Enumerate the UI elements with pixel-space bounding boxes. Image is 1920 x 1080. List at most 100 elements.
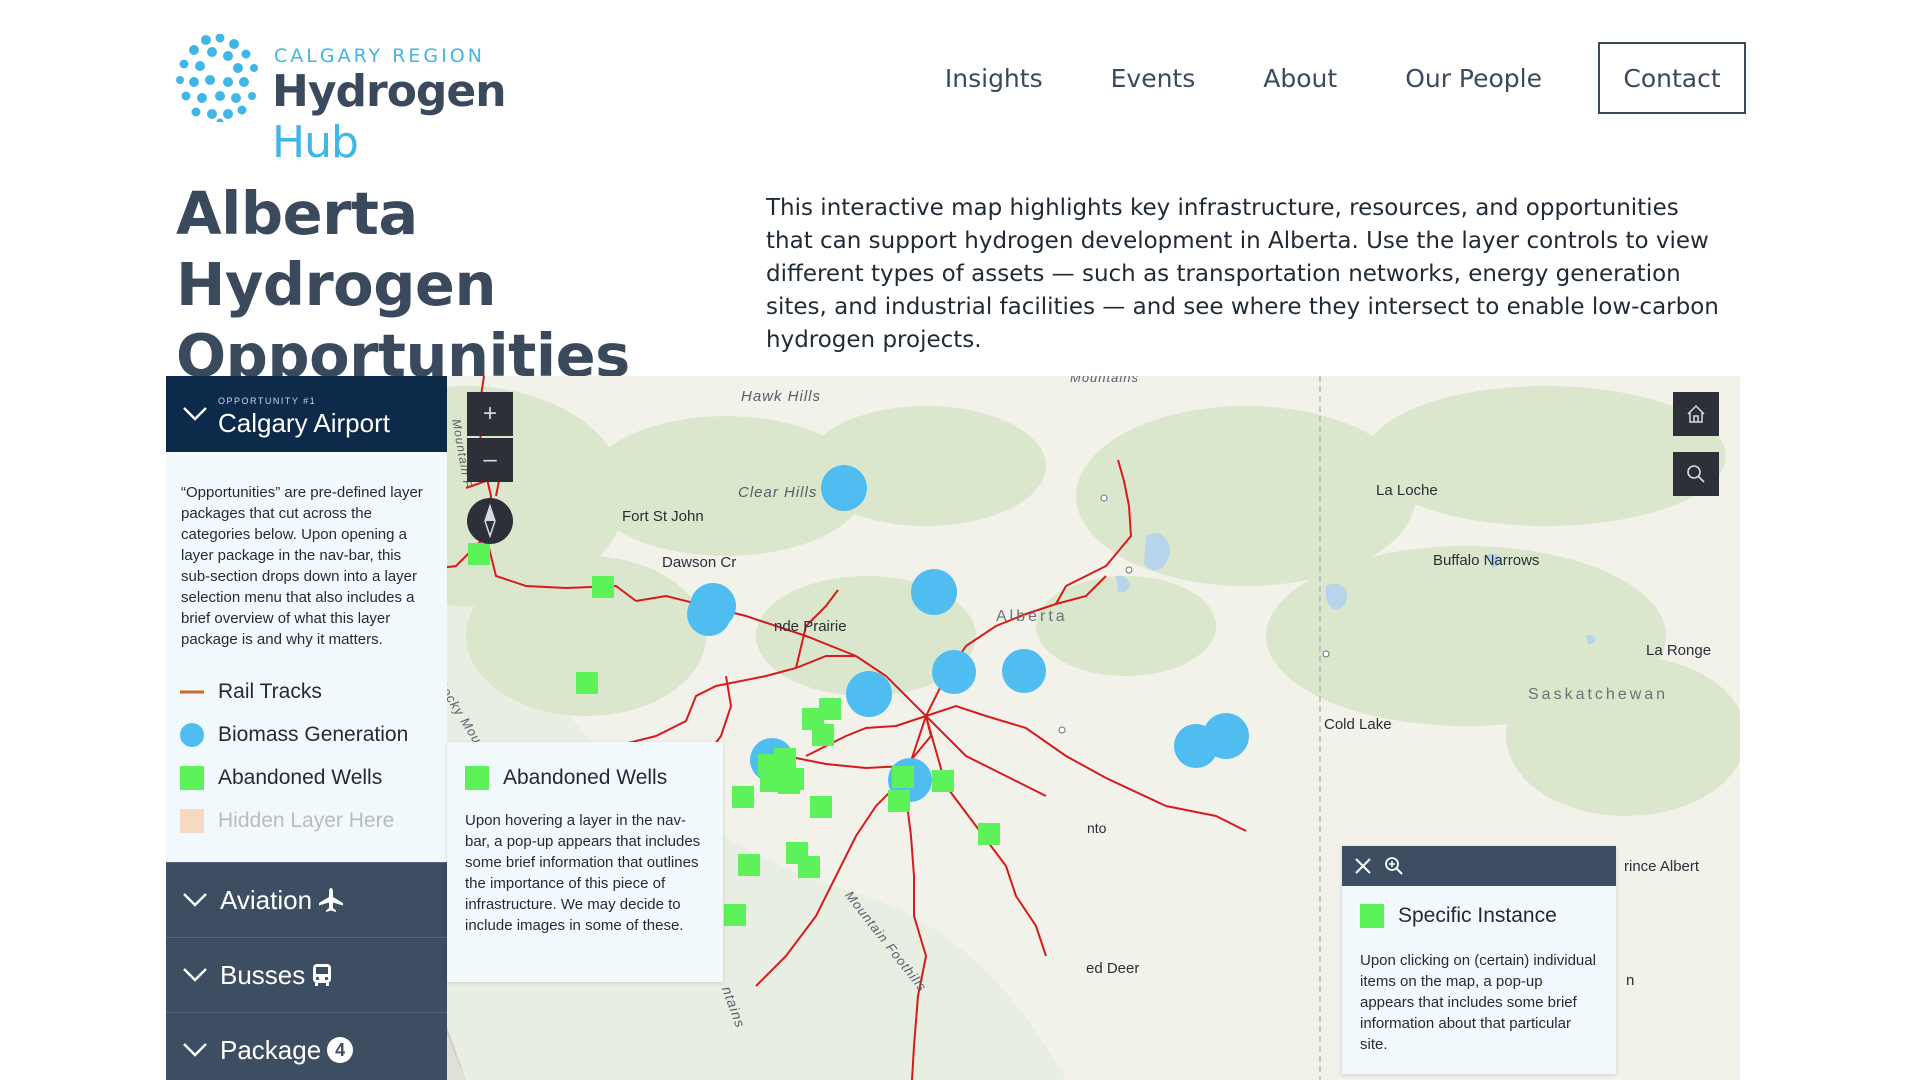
opportunity-header[interactable]: OPPORTUNITY #1 Calgary Airport — [166, 376, 447, 452]
nav-insights[interactable]: Insights — [945, 64, 1043, 93]
abandoned-well-marker[interactable] — [812, 724, 834, 746]
airplane-icon — [318, 887, 344, 913]
nav-about[interactable]: About — [1263, 64, 1337, 93]
compass-icon[interactable] — [467, 498, 513, 544]
abandoned-well-marker[interactable] — [592, 576, 614, 598]
nav-our-people[interactable]: Our People — [1405, 64, 1542, 93]
biomass-site-marker[interactable] — [1203, 713, 1249, 759]
bus-icon — [311, 963, 333, 987]
map-label-edmonton-fragment: nto — [1087, 820, 1107, 836]
square-marker-icon — [465, 766, 489, 790]
abandoned-well-marker[interactable] — [978, 823, 1000, 845]
legend-hidden-layer[interactable]: Hidden Layer Here — [180, 799, 440, 842]
abandoned-well-marker[interactable] — [798, 856, 820, 878]
abandoned-well-marker[interactable] — [732, 786, 754, 808]
map-search-button[interactable] — [1673, 452, 1719, 496]
category-busses[interactable]: Busses — [166, 937, 447, 1012]
abandoned-well-marker[interactable] — [724, 904, 746, 926]
zoom-in-icon[interactable] — [1384, 856, 1404, 876]
main-nav: Insights Events About Our People Contact — [877, 42, 1746, 114]
layer-popup-title: Abandoned Wells — [503, 766, 668, 789]
square-marker-icon — [180, 808, 204, 833]
instance-popup-toolbar — [1342, 846, 1616, 886]
legend-label: Abandoned Wells — [218, 765, 383, 789]
instance-popup-body: Upon clicking on (certain) individual it… — [1360, 952, 1596, 1053]
map-label-red-deer: ed Deer — [1086, 960, 1140, 977]
legend-label: Rail Tracks — [218, 679, 322, 703]
category-label: Package — [220, 1034, 322, 1065]
legend-label: Biomass Generation — [218, 722, 409, 746]
home-button[interactable] — [1673, 392, 1719, 436]
map-label-prince-albert: rince Albert — [1624, 858, 1700, 875]
instance-popup: Specific Instance Upon clicking on (cert… — [1342, 846, 1616, 1074]
close-icon[interactable] — [1354, 857, 1372, 875]
map-label-fort-st-john: Fort St John — [622, 508, 704, 525]
biomass-site-marker[interactable] — [687, 592, 731, 636]
category-label: Busses — [220, 959, 306, 990]
brand-name-accent: Hub — [272, 117, 359, 168]
opportunity-kicker: OPPORTUNITY #1 — [218, 396, 317, 406]
brand-logo[interactable]: CALGARY REGION Hydrogen Hub — [176, 34, 586, 168]
map-label-hawk-hills: Hawk Hills — [741, 388, 822, 405]
opportunity-title: Calgary Airport — [218, 408, 390, 438]
zoom-in-button[interactable]: + — [467, 392, 513, 436]
biomass-site-marker[interactable] — [932, 650, 976, 694]
instance-popup-header: Specific Instance — [1360, 904, 1557, 928]
biomass-site-marker[interactable] — [821, 465, 867, 511]
abandoned-well-marker[interactable] — [810, 796, 832, 818]
abandoned-well-marker[interactable] — [738, 854, 760, 876]
map-label-saskatchewan: Saskatchewan — [1528, 686, 1669, 703]
layer-popup-body: Upon hovering a layer in the nav-bar, a … — [465, 812, 701, 934]
package-count-badge: 4 — [327, 1037, 354, 1063]
hydrogen-hub-logo-icon — [176, 34, 258, 122]
abandoned-well-marker[interactable] — [468, 543, 490, 565]
map-label-cold-lake: Cold Lake — [1324, 716, 1392, 733]
abandoned-well-marker[interactable] — [576, 672, 598, 694]
chevron-down-icon — [183, 1043, 207, 1057]
chevron-down-icon — [183, 407, 207, 421]
compass-needle-icon — [484, 503, 496, 539]
map-label-grande-prairie: nde Prairie — [774, 618, 847, 635]
map-label-alberta: Alberta — [996, 608, 1068, 625]
square-marker-icon — [1360, 904, 1384, 928]
contact-button[interactable]: Contact — [1598, 42, 1746, 114]
legend-biomass-generation[interactable]: Biomass Generation — [180, 713, 440, 756]
brand-region: CALGARY REGION — [274, 45, 485, 67]
map-label-n-fragment: n — [1626, 972, 1635, 989]
map-label-clear-hills: Clear Hills — [738, 484, 818, 501]
search-icon — [1687, 465, 1705, 483]
chevron-down-icon — [183, 893, 207, 907]
home-icon — [1687, 404, 1705, 423]
page-intro: This interactive map highlights key infr… — [766, 195, 1719, 353]
instance-popup-title: Specific Instance — [1398, 904, 1557, 927]
rail-line-icon — [180, 690, 204, 693]
layer-sidebar: OPPORTUNITY #1 Calgary Airport “Opportun… — [166, 376, 447, 1080]
legend-label: Hidden Layer Here — [218, 808, 395, 832]
chevron-down-icon — [183, 968, 207, 982]
layer-legend: Rail Tracks Biomass Generation Abandoned… — [180, 670, 440, 842]
circle-marker-icon — [180, 722, 204, 747]
layer-popup-header: Abandoned Wells — [465, 766, 667, 790]
abandoned-well-marker[interactable] — [778, 772, 800, 794]
map-label-mountains: Mountains — [1070, 376, 1139, 385]
zoom-out-button[interactable]: – — [467, 438, 513, 482]
abandoned-well-marker[interactable] — [888, 790, 910, 812]
biomass-site-marker[interactable] — [911, 569, 957, 615]
category-aviation[interactable]: Aviation — [166, 862, 447, 937]
abandoned-well-marker[interactable] — [892, 766, 914, 788]
category-package[interactable]: Package 4 — [166, 1012, 447, 1080]
brand-name: Hydrogen Hub — [272, 66, 586, 168]
brand-name-main: Hydrogen — [272, 66, 507, 117]
opportunity-description: “Opportunities” are pre-defined layer pa… — [181, 484, 423, 648]
category-label: Aviation — [220, 884, 313, 915]
biomass-site-marker[interactable] — [846, 671, 892, 717]
map-label-la-ronge: La Ronge — [1646, 642, 1712, 659]
badge-number: 4 — [327, 1037, 354, 1063]
legend-abandoned-wells[interactable]: Abandoned Wells — [180, 756, 440, 799]
nav-events[interactable]: Events — [1111, 64, 1196, 93]
map-label-dawson: Dawson Cr — [662, 554, 737, 571]
square-marker-icon — [180, 765, 204, 790]
biomass-site-marker[interactable] — [1002, 649, 1046, 693]
abandoned-well-marker[interactable] — [932, 770, 954, 792]
legend-rail-tracks[interactable]: Rail Tracks — [180, 670, 440, 713]
